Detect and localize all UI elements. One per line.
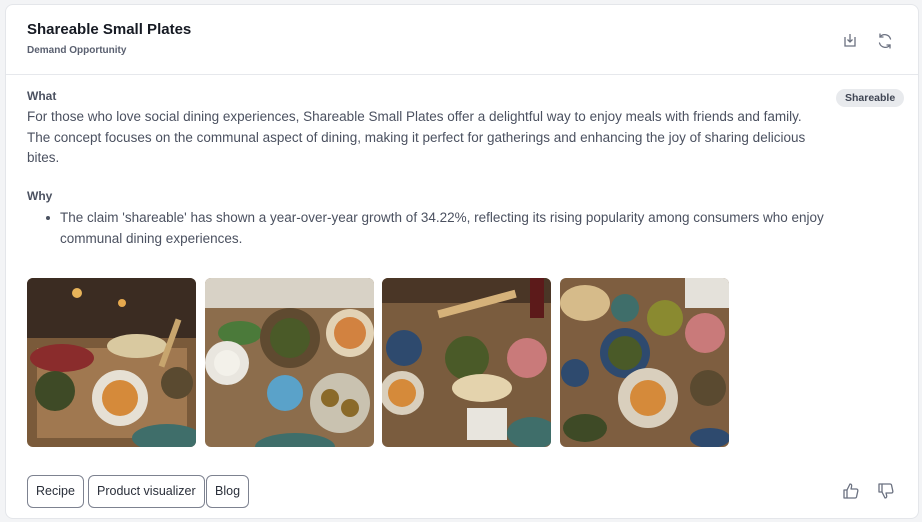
what-label: What <box>27 89 57 103</box>
small-plates-image-4[interactable] <box>560 278 729 447</box>
thumbs-down-icon[interactable] <box>876 481 896 501</box>
card-header: Shareable Small Plates Demand Opportunit… <box>6 5 918 75</box>
refresh-icon[interactable] <box>875 31 895 51</box>
small-plates-image-1[interactable] <box>27 278 196 447</box>
export-icon[interactable] <box>840 31 860 51</box>
opportunity-card: Shareable Small Plates Demand Opportunit… <box>5 4 919 519</box>
blog-button[interactable]: Blog <box>206 475 250 508</box>
product-visualizer-button[interactable]: Product visualizer <box>88 475 205 508</box>
small-plates-image-2[interactable] <box>205 278 374 447</box>
card-title: Shareable Small Plates <box>27 21 192 38</box>
small-plates-image-3[interactable] <box>382 278 551 447</box>
thumbs-up-icon[interactable] <box>841 481 861 501</box>
why-item: The claim 'shareable' has shown a year-o… <box>27 207 842 249</box>
what-description: For those who love social dining experie… <box>27 109 806 165</box>
recipe-button[interactable]: Recipe <box>27 475 84 508</box>
why-label: Why <box>27 189 53 203</box>
card-subtitle: Demand Opportunity <box>27 45 127 56</box>
shareable-tag: Shareable <box>836 89 905 107</box>
why-list: The claim 'shareable' has shown a year-o… <box>27 207 842 249</box>
